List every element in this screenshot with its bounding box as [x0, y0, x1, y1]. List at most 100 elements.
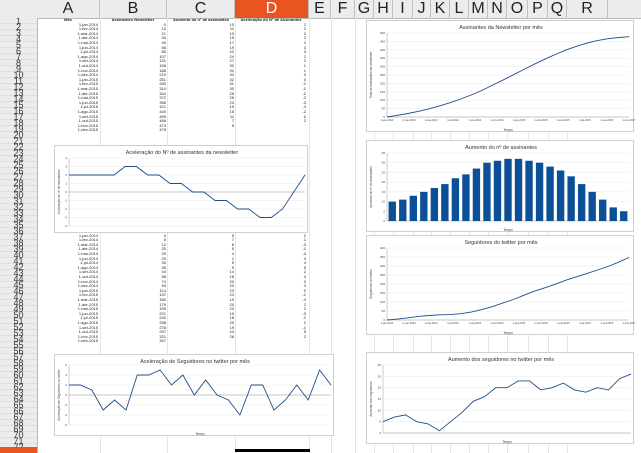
table-cell[interactable]: -1 — [236, 293, 306, 297]
table-cell[interactable]: 4 — [236, 275, 306, 279]
table-cell[interactable]: -1 — [236, 87, 306, 91]
column-header-c[interactable]: C — [167, 0, 235, 18]
column-header-k[interactable]: K — [431, 0, 450, 18]
table-cell[interactable]: 2 — [236, 59, 306, 63]
table-cell[interactable]: 3 — [236, 46, 306, 50]
column-header-q[interactable]: Q — [548, 0, 567, 18]
table-cell[interactable]: 478 — [100, 128, 166, 132]
table-cell[interactable]: 30 — [100, 261, 166, 265]
table-cell[interactable]: 10 — [100, 27, 166, 31]
table-cell[interactable]: 1-set-2014 — [38, 59, 98, 63]
table-cell[interactable]: 1-ago-2015 — [38, 110, 98, 114]
table-cell[interactable]: 30 — [168, 87, 234, 91]
table-cell[interactable]: -2 — [236, 96, 306, 100]
table-cell[interactable]: 74 — [100, 280, 166, 284]
table-cell[interactable]: 1-mar-2014 — [38, 32, 98, 36]
table-cell[interactable]: 1-jun-2014 — [38, 46, 98, 50]
table-cell[interactable]: 66 — [100, 46, 166, 50]
table-cell[interactable]: 1-jan-2014 — [38, 23, 98, 27]
table-cell[interactable]: 2 — [236, 41, 306, 45]
table-cell[interactable]: -3 — [236, 101, 306, 105]
table-cell[interactable]: 1-ago-2014 — [38, 55, 98, 59]
table-cell[interactable]: 8 — [168, 243, 234, 247]
table-cell[interactable]: 1-jan-2015 — [38, 78, 98, 82]
column-header-g[interactable]: G — [355, 0, 374, 18]
table-cell[interactable]: 5 — [168, 261, 234, 265]
table-cell[interactable]: 1-ago-2014 — [38, 266, 98, 270]
table-cell[interactable]: 278 — [100, 326, 166, 330]
column-header-h[interactable]: H — [374, 0, 393, 18]
table-cell[interactable]: 107 — [100, 55, 166, 59]
table-cell[interactable]: 5 — [168, 124, 234, 128]
table-cell[interactable]: Aceleração do Nº de Assinantes — [236, 18, 306, 22]
table-cell[interactable]: 1-fev-2015 — [38, 293, 98, 297]
column-header-l[interactable]: L — [450, 0, 469, 18]
column-header-f[interactable]: F — [331, 0, 355, 18]
table-cell[interactable]: 1-fev-2014 — [38, 27, 98, 31]
table-cell[interactable]: -3 — [236, 252, 306, 256]
table-cell[interactable]: 4 — [236, 257, 306, 261]
table-cell[interactable]: 2 — [236, 55, 306, 59]
column-header-m[interactable]: M — [469, 0, 488, 18]
column-header-j[interactable]: J — [413, 0, 431, 18]
table-cell[interactable]: 5 — [100, 238, 166, 242]
table-cell[interactable]: 1-jul-2014 — [38, 261, 98, 265]
table-cell[interactable]: 5 — [236, 330, 306, 334]
table-cell[interactable]: 2 — [236, 27, 306, 31]
table-cell[interactable]: 440 — [100, 110, 166, 114]
table-cell[interactable]: 1-jun-2014 — [38, 257, 98, 261]
table-cell[interactable]: 23 — [168, 289, 234, 293]
table-cell[interactable]: 0 — [236, 78, 306, 82]
table-cell[interactable]: 2 — [236, 234, 306, 238]
table-cell[interactable]: 1-jun-2015 — [38, 101, 98, 105]
table-cell[interactable]: 2 — [236, 307, 306, 311]
table-cell[interactable]: 1-dez-2015 — [38, 339, 98, 343]
table-cell[interactable]: 219 — [100, 73, 166, 77]
table-cell[interactable]: 240 — [100, 316, 166, 320]
table-cell[interactable]: -4 — [236, 298, 306, 302]
table-cell[interactable]: 1-mar-2014 — [38, 243, 98, 247]
table-cell[interactable] — [236, 124, 306, 128]
table-cell[interactable]: 199 — [100, 307, 166, 311]
table-cell[interactable]: 24 — [168, 330, 234, 334]
table-cell[interactable]: 466 — [100, 119, 166, 123]
table-cell[interactable]: 1-dez-2014 — [38, 73, 98, 77]
table-cell[interactable]: 1-jul-2015 — [38, 105, 98, 109]
table-cell[interactable]: 1-abr-2014 — [38, 247, 98, 251]
table-cell[interactable]: 11 — [168, 27, 234, 31]
table-cell[interactable]: 4 — [236, 261, 306, 265]
table-cell[interactable]: 2 — [236, 321, 306, 325]
table-cell[interactable]: 2 — [236, 32, 306, 36]
table-cell[interactable]: 34 — [100, 36, 166, 40]
table-cell[interactable]: 27 — [168, 59, 234, 63]
table-cell[interactable]: 10 — [168, 23, 234, 27]
table-cell[interactable]: 1-out-2015 — [38, 330, 98, 334]
table-cell[interactable]: 344 — [100, 92, 166, 96]
table-cell[interactable]: 85 — [100, 50, 166, 54]
table-cell[interactable]: 1-mar-2015 — [38, 87, 98, 91]
table-cell[interactable]: 188 — [100, 69, 166, 73]
table-cell[interactable]: 94 — [100, 284, 166, 288]
table-cell[interactable] — [168, 339, 234, 343]
table-cell[interactable]: 0 — [236, 280, 306, 284]
table-cell[interactable]: 1-nov-2014 — [38, 280, 98, 284]
table-cell[interactable]: 15 — [168, 110, 234, 114]
table-cell[interactable]: 1-jan-2015 — [38, 289, 98, 293]
table-cell[interactable]: 23 — [168, 293, 234, 297]
table-cell[interactable]: 160 — [100, 298, 166, 302]
table-cell[interactable]: 1-mar-2015 — [38, 298, 98, 302]
table-cell[interactable]: 1-dez-2015 — [38, 128, 98, 132]
table-cell[interactable]: 114 — [100, 289, 166, 293]
chart-newsletter-subscribers[interactable]: Assinantes da Newsletter por mês Total de… — [366, 20, 636, 132]
table-cell[interactable]: 1-abr-2014 — [38, 36, 98, 40]
column-header-o[interactable]: O — [507, 0, 528, 18]
table-cell[interactable]: 0 — [236, 289, 306, 293]
table-cell[interactable]: 17 — [168, 41, 234, 45]
table-cell[interactable]: 1-mai-2014 — [38, 41, 98, 45]
column-header-n[interactable]: N — [488, 0, 507, 18]
table-cell[interactable]: 29 — [100, 257, 166, 261]
chart-twitter-increase[interactable]: Aumento dos seguidores no twitter por mê… — [366, 352, 634, 444]
table-cell[interactable]: 1-out-2014 — [38, 64, 98, 68]
table-cell[interactable]: 24 — [168, 55, 234, 59]
table-cell[interactable]: 26 — [168, 96, 234, 100]
